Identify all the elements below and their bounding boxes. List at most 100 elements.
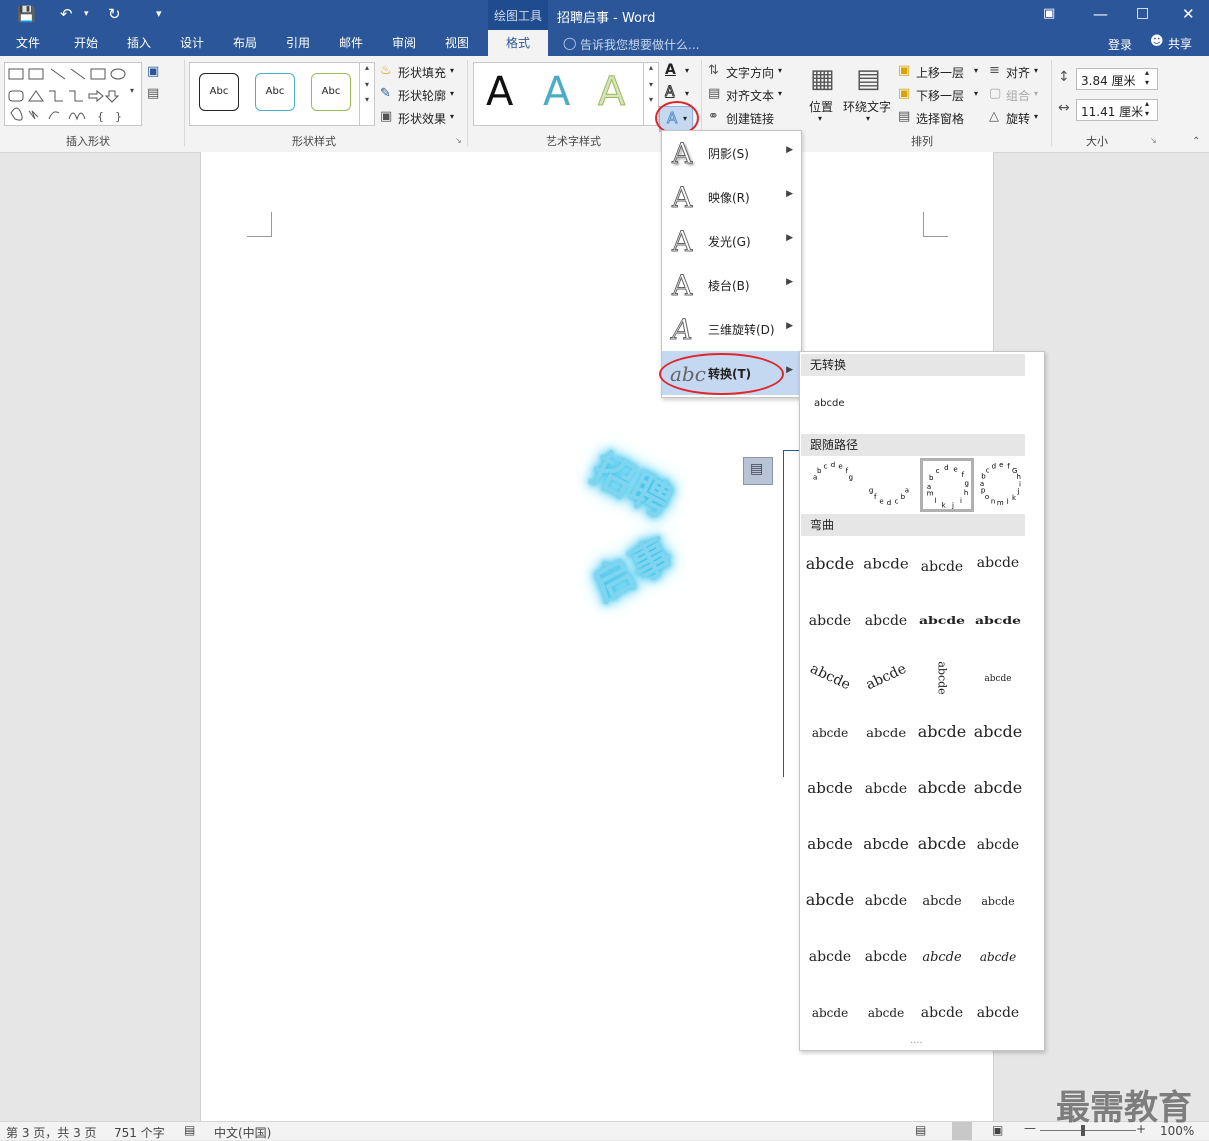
gallery-more-handle[interactable]: .... (910, 1035, 923, 1046)
wordart-style-green[interactable]: A (597, 69, 625, 116)
selection-pane-button[interactable]: 选择窗格 (916, 110, 964, 127)
warp-item[interactable]: abcde (802, 704, 858, 760)
language-indicator[interactable]: 中文(中国) (214, 1124, 271, 1141)
warp-item[interactable]: abcde (858, 816, 914, 872)
web-layout-icon[interactable]: ▣ (992, 1123, 1003, 1137)
create-link-button[interactable]: 创建链接 (726, 110, 774, 127)
page-count[interactable]: 第 3 页，共 3 页 (6, 1124, 97, 1141)
warp-item[interactable]: abcde (858, 592, 914, 648)
shape-styles-scroll[interactable]: ▴ ▾ ▾ (359, 63, 374, 125)
customize-qat-button[interactable]: ▾ (156, 7, 162, 20)
position-dropdown-icon[interactable]: ▾ (818, 114, 822, 123)
tab-view[interactable]: 视图 (445, 30, 469, 56)
warp-item[interactable]: abcde (914, 760, 970, 816)
warp-item[interactable]: abcde (970, 592, 1026, 648)
follow-path-item[interactable]: abcdefghijklm (920, 458, 974, 512)
warp-item[interactable]: abcde (914, 872, 970, 928)
send-backward-dropdown-icon[interactable]: ▾ (974, 89, 978, 98)
warp-item[interactable]: abcde (802, 928, 858, 984)
shape-outline-button[interactable]: 形状轮廓 (398, 87, 446, 104)
tab-references[interactable]: 引用 (286, 30, 310, 56)
group-dropdown-icon[interactable]: ▾ (1034, 89, 1038, 98)
shape-fill-button[interactable]: 形状填充 (398, 64, 446, 81)
follow-path-item[interactable]: abcdefGhijklmnop (976, 458, 1030, 512)
warp-item[interactable]: abcde (802, 760, 858, 816)
wrap-text-button[interactable]: 环绕文字 (843, 98, 891, 115)
group-button[interactable]: 组合 (1006, 87, 1030, 104)
follow-path-item[interactable]: abcdefg (808, 458, 862, 512)
warp-item[interactable]: abcde (858, 648, 914, 704)
bring-forward-dropdown-icon[interactable]: ▾ (974, 66, 978, 75)
share-button[interactable]: 共享 (1168, 35, 1192, 52)
warp-item[interactable]: abcde (914, 984, 970, 1040)
menu-item-bevel[interactable]: A 棱台(B) ▶ (662, 263, 801, 307)
shape-effects-button[interactable]: 形状效果 (398, 110, 446, 127)
tab-mailings[interactable]: 邮件 (339, 30, 363, 56)
wordart-style-blue[interactable]: A (543, 69, 570, 115)
bring-forward-button[interactable]: 上移一层 (916, 64, 964, 81)
shape-style-2[interactable]: Abc (255, 73, 295, 111)
warp-item[interactable]: abcde (858, 984, 914, 1040)
text-direction-dropdown-icon[interactable]: ▾ (778, 66, 782, 75)
warp-item[interactable]: abcde (858, 704, 914, 760)
warp-item[interactable]: abcde (970, 872, 1026, 928)
text-fill-icon[interactable]: A (665, 62, 676, 78)
align-text-dropdown-icon[interactable]: ▾ (778, 89, 782, 98)
text-outline-dropdown-icon[interactable]: ▾ (685, 89, 689, 98)
layout-options-button[interactable]: ▤ (743, 457, 773, 485)
shape-style-1[interactable]: Abc (199, 73, 239, 111)
position-button[interactable]: 位置 (809, 98, 833, 115)
zoom-out-icon[interactable]: — (1024, 1121, 1036, 1135)
textbox-icon[interactable]: ▤ (147, 86, 159, 101)
no-transform-item[interactable]: abcde (814, 398, 844, 409)
tab-home[interactable]: 开始 (74, 30, 98, 56)
maximize-icon[interactable]: □ (1136, 5, 1149, 21)
send-backward-button[interactable]: 下移一层 (916, 87, 964, 104)
text-fill-dropdown-icon[interactable]: ▾ (685, 66, 689, 75)
proofing-icon[interactable]: ▤ (184, 1123, 195, 1137)
align-dropdown-icon[interactable]: ▾ (1034, 66, 1038, 75)
warp-item[interactable]: abcde (970, 984, 1026, 1040)
shapes-gallery[interactable]: {} (4, 62, 142, 126)
menu-item-reflection[interactable]: A 映像(R) ▶ (662, 175, 801, 219)
undo-icon[interactable]: ↶ (60, 5, 73, 23)
warp-item[interactable]: abcde (802, 592, 858, 648)
align-button[interactable]: 对齐 (1006, 64, 1030, 81)
width-input[interactable]: 11.41 厘米 ▴ ▾ (1076, 99, 1158, 121)
warp-item[interactable]: abcde (914, 648, 970, 704)
warp-item[interactable]: abcde (914, 816, 970, 872)
warp-item[interactable]: abcde (858, 928, 914, 984)
warp-item[interactable]: abcde (858, 536, 914, 592)
shape-effects-dropdown-icon[interactable]: ▾ (450, 112, 454, 121)
undo-dropdown-icon[interactable]: ▾ (84, 9, 89, 19)
edit-shape-icon[interactable]: ▣ (147, 64, 159, 79)
warp-item[interactable]: abcde (970, 536, 1026, 592)
warp-item[interactable]: abcde (914, 592, 970, 648)
shape-fill-dropdown-icon[interactable]: ▾ (450, 66, 454, 75)
menu-item-glow[interactable]: A 发光(G) ▶ (662, 219, 801, 263)
shapes-more-icon[interactable]: ▾ (130, 86, 134, 95)
wrap-text-dropdown-icon[interactable]: ▾ (866, 114, 870, 123)
print-layout-icon[interactable] (952, 1122, 972, 1140)
minimize-icon[interactable]: — (1093, 5, 1108, 23)
tab-file[interactable]: 文件 (16, 30, 40, 56)
warp-item[interactable]: abcde (802, 984, 858, 1040)
warp-item[interactable]: abcde (802, 648, 858, 704)
warp-item[interactable]: abcde (858, 872, 914, 928)
height-spinner[interactable]: ▴ ▾ (1145, 68, 1149, 88)
warp-item[interactable]: abcde (970, 648, 1026, 704)
warp-item[interactable]: abcde (802, 536, 858, 592)
word-count[interactable]: 751 个字 (114, 1124, 165, 1141)
width-spinner[interactable]: ▴ ▾ (1145, 99, 1149, 119)
height-input[interactable]: 3.84 厘米 ▴ ▾ (1076, 68, 1158, 90)
tab-insert[interactable]: 插入 (127, 30, 151, 56)
wordart-object-line1[interactable]: 招聘 (582, 436, 685, 529)
read-mode-icon[interactable]: ▤ (915, 1123, 926, 1137)
warp-item[interactable]: abcde (858, 760, 914, 816)
tab-design[interactable]: 设计 (180, 30, 204, 56)
rotate-dropdown-icon[interactable]: ▾ (1034, 112, 1038, 121)
follow-path-item[interactable]: abcdefg (864, 458, 918, 512)
redo-icon[interactable]: ↻ (108, 5, 121, 23)
wordart-style-black[interactable]: A (486, 69, 513, 115)
wordart-object-line2[interactable]: 启事 (580, 521, 683, 614)
